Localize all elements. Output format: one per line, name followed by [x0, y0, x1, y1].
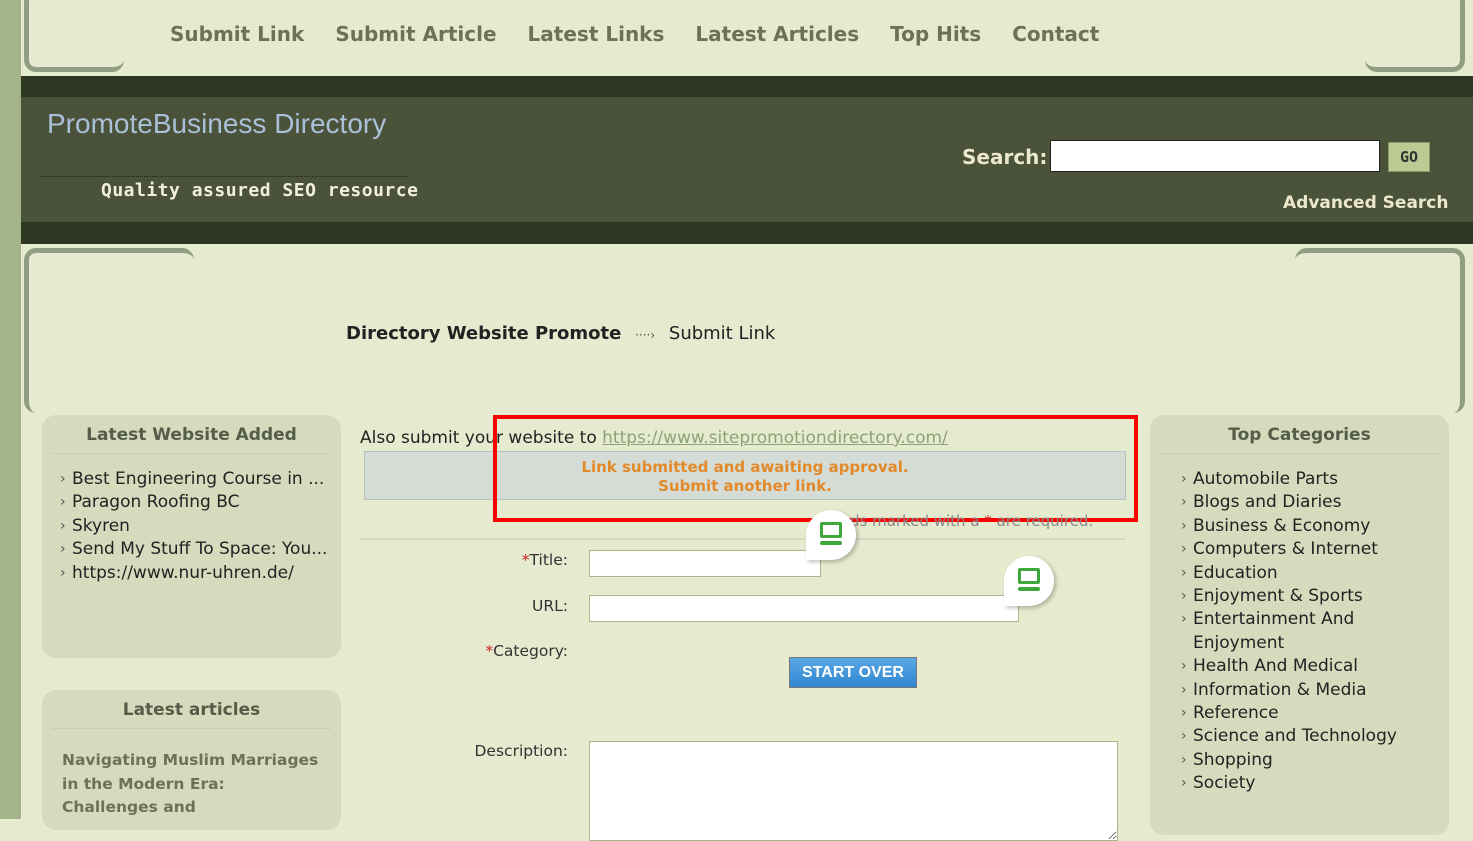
category-item[interactable]: Blogs and Diaries [1181, 491, 1439, 515]
title-label-text: Title: [529, 551, 568, 569]
box-title: Top Categories [1160, 415, 1439, 454]
article-link[interactable]: Navigating Muslim Marriages in the Moder… [42, 729, 341, 840]
nav-latest-links[interactable]: Latest Links [528, 22, 665, 46]
breadcrumb: Directory Website Promote ····› Submit L… [346, 323, 775, 344]
category-item[interactable]: Shopping [1181, 749, 1439, 773]
latest-articles-box: Latest articles Navigating Muslim Marria… [42, 690, 341, 830]
category-item[interactable]: Automobile Parts [1181, 468, 1439, 492]
left-strip [0, 0, 21, 819]
search-input[interactable] [1050, 140, 1380, 172]
divider [360, 538, 1126, 540]
corner-ornament [1295, 248, 1465, 413]
title-label: *Title: [368, 551, 568, 569]
nav-submit-article[interactable]: Submit Article [335, 22, 496, 46]
description-label: Description: [474, 742, 569, 760]
top-categories-box: Top Categories Automobile Parts Blogs an… [1150, 415, 1449, 835]
list-item[interactable]: Best Engineering Course in ... [60, 468, 341, 492]
category-item[interactable]: Computers & Internet [1181, 538, 1439, 562]
nav-submit-link[interactable]: Submit Link [170, 22, 304, 46]
category-item[interactable]: Reference [1181, 702, 1439, 726]
site-header: PromoteBusiness Directory Quality assure… [21, 76, 1473, 244]
search-go-button[interactable]: GO [1388, 142, 1430, 172]
nav-contact[interactable]: Contact [1012, 22, 1099, 46]
req-post: are required. [991, 512, 1094, 530]
advanced-search-link[interactable]: Advanced Search [1283, 193, 1448, 213]
corner-ornament [24, 0, 124, 72]
category-item[interactable]: Business & Economy [1181, 515, 1439, 539]
corner-ornament [24, 248, 194, 413]
nav-latest-articles[interactable]: Latest Articles [695, 22, 859, 46]
category-label-text: Category: [493, 642, 568, 660]
category-item[interactable]: Enjoyment & Sports [1181, 585, 1439, 609]
category-item[interactable]: Entertainment And Enjoyment [1181, 608, 1383, 655]
list-item[interactable]: Skyren [60, 515, 341, 539]
header-band [21, 222, 1473, 244]
list-item[interactable]: Paragon Roofing BC [60, 491, 341, 515]
highlight-box [493, 415, 1138, 522]
top-nav: Submit Link Submit Article Latest Links … [170, 22, 1099, 46]
nav-top-hits[interactable]: Top Hits [890, 22, 981, 46]
divider [41, 176, 407, 177]
required-star: * [521, 551, 530, 569]
start-over-button[interactable]: START OVER [789, 657, 917, 688]
box-title: Latest Website Added [52, 415, 331, 454]
site-logo[interactable]: PromoteBusiness Directory [47, 108, 386, 140]
category-item[interactable]: Science and Technology [1181, 725, 1439, 749]
url-input[interactable] [589, 595, 1019, 622]
required-note: ds marked with a * are required. [850, 512, 1093, 530]
description-input[interactable] [589, 741, 1118, 841]
list-item[interactable]: Send My Stuff To Space: You... [60, 538, 341, 562]
required-star: * [485, 642, 494, 660]
header-band [21, 76, 1473, 97]
site-tagline: Quality assured SEO resource [101, 180, 419, 201]
breadcrumb-arrow-icon: ····› [635, 328, 656, 342]
breadcrumb-current: Submit Link [668, 323, 776, 344]
category-item[interactable]: Information & Media [1181, 679, 1439, 703]
corner-ornament [1365, 0, 1465, 72]
list-item[interactable]: https://www.nur-uhren.de/ [60, 562, 341, 586]
breadcrumb-home[interactable]: Directory Website Promote [346, 323, 621, 344]
box-title: Latest articles [52, 690, 331, 729]
latest-websites-box: Latest Website Added Best Engineering Co… [42, 415, 341, 658]
req-pre: ds marked with a [850, 512, 985, 530]
password-manager-icon[interactable] [806, 510, 856, 560]
url-label: URL: [532, 597, 568, 615]
category-item[interactable]: Health And Medical [1181, 655, 1439, 679]
password-manager-icon[interactable] [1004, 556, 1054, 606]
title-input[interactable] [589, 550, 821, 577]
category-item[interactable]: Society [1181, 772, 1439, 796]
category-label: *Category: [368, 642, 568, 660]
req-star: * [984, 512, 992, 530]
search-label: Search: [962, 145, 1048, 169]
category-item[interactable]: Education [1181, 562, 1439, 586]
